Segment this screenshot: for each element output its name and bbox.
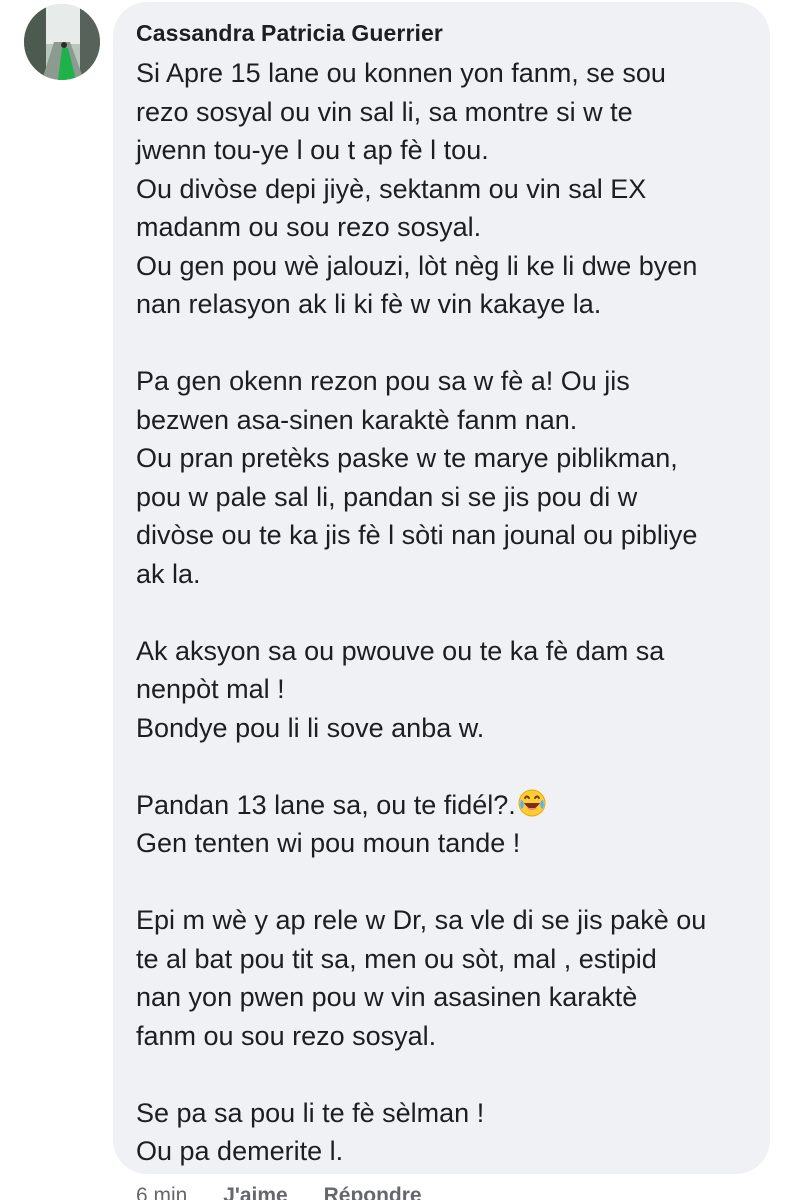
- comment-line: Ou gen pou wè jalouzi, lòt nèg li ke li …: [136, 250, 698, 281]
- comment-line: Si Apre 15 lane ou konnen yon fanm, se s…: [136, 58, 666, 88]
- comment-line: divòse ou te ka jis fè l sòti nan jounal…: [136, 520, 698, 550]
- avatar[interactable]: [24, 4, 100, 80]
- comment-line: Se pa sa pou li te fè sèlman !: [136, 1097, 485, 1128]
- comment-line: Bondye pou li li sove anba w.: [136, 712, 485, 743]
- like-button[interactable]: J'aime: [223, 1184, 288, 1200]
- comment-line: jwenn tou-ye l ou t ap fè l tou.: [136, 135, 489, 165]
- comment-timestamp[interactable]: 6 min: [136, 1184, 187, 1200]
- comment-author-name[interactable]: Cassandra Patricia Guerrier: [136, 20, 443, 47]
- comment-line: Ak aksyon sa ou pwouve ou te ka fè dam s…: [136, 635, 665, 666]
- comment-paragraph: Se pa sa pou li te fè sèlman ! Ou pa deme…: [136, 1094, 756, 1171]
- comment-line: madanm ou sou rezo sosyal.: [136, 212, 482, 242]
- comment-paragraph: Si Apre 15 lane ou konnen yon fanm, se s…: [136, 54, 756, 324]
- comment-paragraph: Ak aksyon sa ou pwouve ou te ka fè dam s…: [136, 632, 756, 748]
- comment-line: Pa gen okenn rezon pou sa w fè a! Ou jis: [136, 366, 630, 396]
- comment-line: nan relasyon ak li ki fè w vin kakaye la…: [136, 289, 602, 319]
- comment-actions: 6 min J'aime Répondre: [136, 1184, 452, 1200]
- comment-paragraph: Pandan 13 lane sa, ou te fidél?. Gen tent…: [136, 786, 756, 863]
- comment-line: ak la.: [136, 558, 201, 589]
- comment-line: pou w pale sal li, pandan si se jis pou …: [136, 481, 638, 512]
- comment-line: Ou divòse depi jiyè, sektanm ou vin sal …: [136, 173, 647, 204]
- comment-paragraph: Pa gen okenn rezon pou sa w fè a! Ou jis…: [136, 362, 756, 593]
- comment-line: Pandan 13 lane sa, ou te fidél?.: [136, 786, 756, 825]
- comment-line: Ou pran pretèks paske w te marye piblikm…: [136, 443, 678, 473]
- comment-line: nenpòt mal !: [136, 674, 285, 704]
- comment-line: Ou pa demerite l.: [136, 1136, 344, 1166]
- comment-thread: Cassandra Patricia Guerrier Si Apre 15 l…: [0, 0, 796, 1200]
- profile-photo: [24, 4, 100, 80]
- comment-line: te al bat pou tit sa, men ou sòt, mal , …: [136, 943, 657, 974]
- face-with-tears-of-joy-icon: [518, 789, 546, 816]
- comment-line: Epi m wè y ap rele w Dr, sa vle di se ji…: [136, 905, 707, 935]
- comment-line: rezo sosyal ou vin sal li, sa montre si …: [136, 96, 633, 127]
- comment-text: Si Apre 15 lane ou konnen yon fanm, se s…: [136, 54, 756, 1171]
- reply-button[interactable]: Répondre: [324, 1184, 422, 1200]
- comment-line: bezwen asa-sinen karaktè fanm nan.: [136, 404, 578, 435]
- comment-line: Gen tenten wi pou moun tande !: [136, 828, 521, 858]
- comment-line: nan yon pwen pou w vin asasinen karaktè: [136, 982, 638, 1012]
- comment-line: fanm ou sou rezo sosyal.: [136, 1020, 437, 1051]
- comment-paragraph: Epi m wè y ap rele w Dr, sa vle di se ji…: [136, 901, 756, 1055]
